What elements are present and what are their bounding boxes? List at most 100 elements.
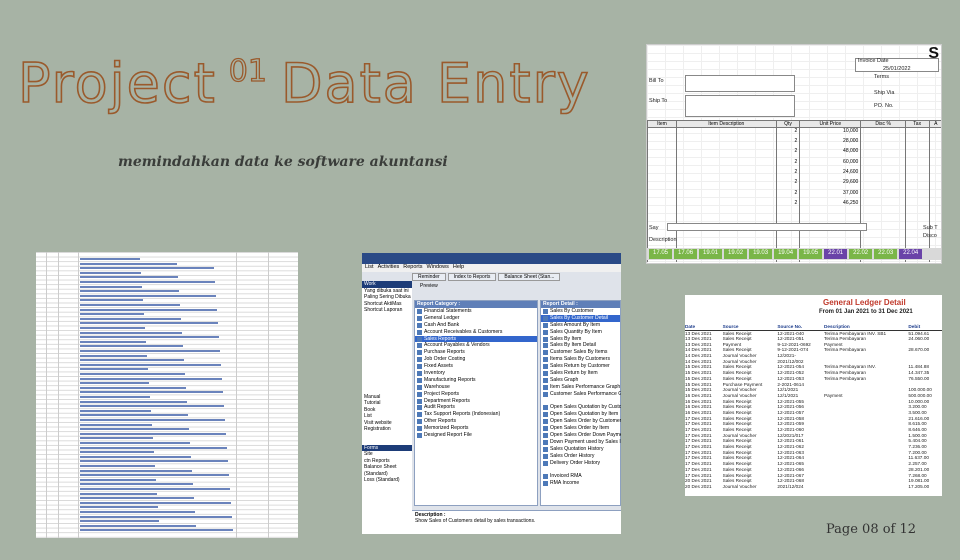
sheet-tab[interactable]: 19.02 [724, 249, 748, 259]
ledger-table: Date Source Source No. Description Debit 13 … [685, 324, 942, 489]
sheet-tab[interactable]: 22.04 [899, 249, 923, 259]
report-detail-item[interactable]: Invoiced RMA [541, 473, 620, 480]
invoice-cell [904, 127, 930, 138]
report-category-item[interactable]: Audit Reports [415, 404, 537, 411]
sheet-tab[interactable]: 17.06 [674, 249, 698, 259]
invoice-cell [860, 210, 906, 221]
sheet-tab[interactable]: 19.03 [749, 249, 773, 259]
report-category-item[interactable]: Purchase Reports [415, 349, 537, 356]
sheet-row-line [80, 451, 154, 454]
invoice-cell [904, 210, 930, 221]
invoice-price-cell: 48,000 [799, 148, 862, 159]
menu-item[interactable]: Activities [378, 264, 400, 272]
left-panel-item[interactable]: Paling Sering Dibuka [364, 294, 412, 301]
title-word-data-entry: Data Entry [280, 51, 591, 116]
report-detail-item[interactable]: Sales By Customer [541, 308, 620, 315]
report-category-item[interactable]: Designed Report File [415, 432, 537, 439]
preview-button[interactable]: Preview [420, 283, 438, 289]
report-detail-item[interactable]: Sales By Customer Detail [541, 314, 620, 322]
report-category-item[interactable]: Memorized Reports [415, 425, 537, 432]
report-category-item[interactable]: Warehouse [415, 384, 537, 391]
sheet-row-line [80, 506, 158, 509]
sheet-row-line [80, 515, 232, 518]
sheet-tab[interactable]: 19.01 [699, 249, 723, 259]
report-detail-item[interactable]: Item Sales Performance Graph [541, 384, 620, 391]
menu-item[interactable]: Windows [427, 264, 449, 272]
invoice-cell [647, 158, 677, 169]
invoice-cell [904, 148, 930, 159]
report-detail-item[interactable]: Customer Sales Performance Graph [541, 391, 621, 398]
report-detail-item[interactable]: Sales Amount By Item [541, 322, 620, 329]
invoice-qty-cell: 2 [775, 137, 801, 149]
invoice-price-cell: 37,000 [799, 189, 862, 200]
report-detail-item[interactable]: Customer Sales By Items [541, 349, 620, 356]
report-detail-item[interactable]: Sales Quantity By Item [541, 329, 620, 336]
sheet-tab[interactable]: 19.04 [774, 249, 798, 259]
sheet-row-line [80, 345, 183, 348]
report-detail-item[interactable]: Sales Order History [541, 453, 620, 460]
report-category-item[interactable]: Cash And Bank [415, 322, 537, 329]
sheet-row-line [80, 313, 144, 316]
report-category-item[interactable]: Account Receivables & Customers [415, 329, 537, 336]
report-category-item[interactable]: Other Reports [415, 418, 537, 425]
app-tab[interactable]: Reminder [412, 273, 446, 281]
sheet-row-line [80, 396, 150, 398]
sheet-row-line [80, 520, 159, 523]
report-detail-item[interactable]: Open Sales Order by Item [541, 425, 620, 432]
sheet-row-line [80, 258, 140, 260]
report-category-item[interactable]: Account Payables & Vendors [415, 342, 537, 349]
invoice-price-cell: 29,600 [799, 179, 862, 190]
report-detail-item[interactable]: Delivery Order History [541, 460, 620, 467]
invoice-qty-cell: 2 [775, 179, 801, 190]
sheet-tab[interactable]: 19.05 [799, 249, 823, 259]
sheet-row-line [80, 359, 184, 362]
report-detail-item[interactable]: Open Sales Order by Customer [541, 418, 621, 425]
sheet-tab[interactable]: 17.05 [649, 249, 673, 259]
report-category-item[interactable]: Department Reports [415, 398, 537, 405]
report-detail-item[interactable]: Down Payment used by Sales Invoice [541, 439, 621, 446]
report-category-item[interactable]: Project Reports [415, 391, 537, 398]
report-detail-item[interactable]: Sales By Item [541, 336, 620, 343]
sheet-row-line [80, 368, 148, 371]
app-tab[interactable]: Index to Reports [447, 273, 497, 281]
invoice-cell [647, 148, 677, 159]
sheet-tab-bar[interactable]: 17.05 17.06 19.01 19.02 19.03 19.04 19.05 22.01… [647, 248, 941, 260]
sheet-row-line [80, 524, 196, 527]
report-detail-item[interactable]: Sales Graph [541, 377, 620, 384]
app-tab[interactable]: Balance Sheet (Stan... [498, 273, 561, 281]
report-category-item[interactable]: Financial Statements [415, 308, 537, 315]
sheet-row-line [80, 322, 218, 325]
report-detail-item[interactable]: RMA Income [541, 480, 620, 487]
report-detail-item[interactable]: Open Sales Quotation by Item [541, 411, 620, 418]
invoice-cell [928, 189, 941, 200]
report-detail-item[interactable]: Open Sales Quotation by Customer [541, 404, 621, 411]
left-panel-form[interactable]: Loss (Standard) [364, 477, 412, 484]
report-category-item[interactable]: General Ledger [415, 315, 537, 322]
report-detail-item[interactable]: Sales Return by Customer [541, 363, 620, 370]
sheet-row-line [80, 386, 186, 389]
left-panel-link[interactable]: Registration [364, 426, 412, 433]
report-category-item[interactable]: Fixed Assets [415, 363, 537, 370]
menu-item[interactable]: List [365, 264, 374, 272]
report-detail-panel: Report Detail : Sales By Customer Sales B… [540, 300, 621, 506]
report-detail-item[interactable]: Open Sales Order Down Payment [541, 432, 621, 439]
report-detail-item[interactable]: Sales Return by Item [541, 370, 620, 377]
report-category-item[interactable]: Job Order Costing [415, 356, 537, 363]
sheet-tab[interactable]: 22.03 [874, 249, 898, 259]
invoice-cell [860, 148, 906, 159]
report-category-item[interactable]: Tax Support Reports (Indonesian) [415, 411, 537, 418]
report-detail-item[interactable]: Items Sales By Customers [541, 356, 620, 363]
report-detail-item[interactable]: Sales By Item Detail [541, 342, 620, 349]
report-detail-item[interactable]: Sales Quotation History [541, 446, 620, 453]
menu-item[interactable]: Help [453, 264, 464, 272]
report-category-item[interactable]: Sales Reports [415, 335, 537, 343]
invoice-price-cell: 60,000 [799, 158, 862, 169]
detail-header: Report Detail : [541, 301, 620, 308]
invoice-cell [799, 210, 862, 221]
report-category-item[interactable]: Manufacturing Reports [415, 377, 537, 384]
sheet-tab[interactable]: 22.02 [849, 249, 873, 259]
menu-item[interactable]: Reports [403, 264, 422, 272]
sheet-tab[interactable]: 22.01 [824, 249, 848, 259]
report-category-item[interactable]: Inventory [415, 370, 537, 377]
left-panel-form[interactable]: Balance Sheet (Standard) [364, 464, 412, 477]
